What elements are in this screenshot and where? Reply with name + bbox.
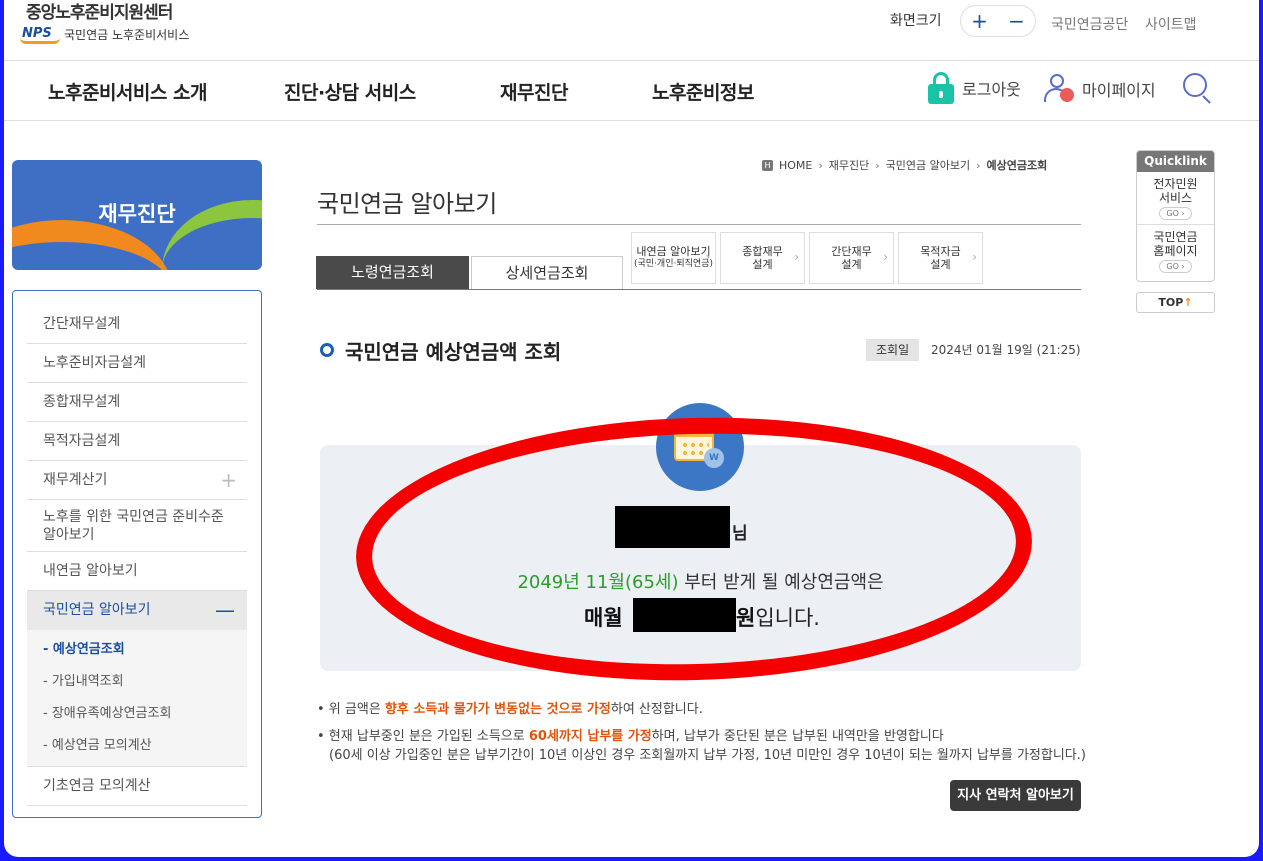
submenu-disability-survivor[interactable]: - 장애유족예상연금조회 [27,698,247,730]
tab-old-age-pension[interactable]: 노령연금조회 [316,256,469,289]
sidebar-item-calculator[interactable]: 재무계산기 + [27,461,247,500]
sidebar-item-comprehensive[interactable]: 종합재무설계 [27,383,247,422]
font-size-control: + − [960,5,1036,37]
quicklink-homepage[interactable]: 국민연금 홈페이지 GO › [1137,224,1214,276]
chevron-right-icon: › [972,250,977,264]
breadcrumb-item[interactable]: 국민연금 알아보기 [886,157,970,173]
home-icon: H [762,159,773,171]
font-size-plus-button[interactable]: + [971,11,988,31]
sitemap-link[interactable]: 사이트맵 [1145,14,1197,34]
sidebar-item-label: 국민연금 알아보기 [43,602,151,618]
nps-logo: NPS [20,26,60,44]
sidebar-item-simple-plan[interactable]: 간단재무설계 [27,305,247,344]
expand-plus-icon[interactable]: + [220,461,237,500]
submenu-subscription-history[interactable]: - 가입내역조회 [27,666,247,698]
tab-label: 종합재무 설계 [742,245,783,271]
gnb-consult[interactable]: 진단·상담 서비스 [284,78,416,105]
sidebar-item-basic-pension[interactable]: 기초연금 모의계산 [27,767,247,806]
header-divider [4,60,1259,61]
branch-contact-button[interactable]: 지사 연락처 알아보기 [950,780,1081,811]
chevron-right-icon: › [875,158,880,172]
nps-link[interactable]: 국민연금공단 [1051,14,1128,34]
tab-purpose-fund[interactable]: 목적자금 설계 › [898,232,983,284]
quicklink-title: Quicklink [1137,151,1214,172]
quicklink-label: 국민연금 홈페이지 [1153,230,1198,258]
browser-page: 중앙노후준비지원센터 NPS 국민연금 노후준비서비스 화면크기 + − 국민연… [4,0,1259,857]
note-2: • 현재 납부중인 분은 가입된 소득으로 60세까지 납부를 가정하며, 납부… [317,729,944,744]
logo-swoosh-icon [20,38,60,44]
go-button[interactable]: GO › [1159,260,1192,273]
sidebar-banner-title: 재무진단 [98,202,176,226]
breadcrumb: H HOME › 재무진단 › 국민연금 알아보기 › 예상연금조회 [762,157,1047,173]
logout-button[interactable]: 로그아웃 [928,72,1021,104]
chevron-right-icon: › [883,250,888,264]
sidebar-menu: 간단재무설계 노후준비자금설계 종합재무설계 목적자금설계 재무계산기 + 노후… [12,290,262,818]
sidebar-submenu: - 예상연금조회 - 가입내역조회 - 장애유족예상연금조회 - 예상연금 모의… [27,630,247,767]
gnb-financial[interactable]: 재무진단 [500,78,568,105]
bullet-ring-icon [320,343,334,357]
font-size-label: 화면크기 [890,13,942,29]
logout-label: 로그아웃 [962,80,1021,99]
tabs-divider [317,289,1081,290]
tab-simple-plan[interactable]: 간단재무 설계 › [809,232,894,284]
go-button[interactable]: GO › [1159,207,1192,220]
inquiry-date: 2024년 01월 19일 (21:25) [931,343,1081,357]
breadcrumb-home[interactable]: HOME [779,159,812,172]
arrow-up-icon: ↑ [1183,296,1193,309]
gnb-info[interactable]: 노후준비정보 [652,78,754,105]
sidebar-item-purpose-fund[interactable]: 목적자금설계 [27,422,247,461]
sidebar-item-national-pension[interactable]: 국민연금 알아보기 — [27,591,247,630]
tab-comprehensive-plan[interactable]: 종합재무 설계 › [720,232,805,284]
tab-note: (국민·개인·퇴직연금) [634,259,713,269]
chevron-right-icon: › [818,158,823,172]
mypage-button[interactable]: 마이페이지 [1044,74,1156,104]
font-size-minus-button[interactable]: − [1008,11,1025,31]
nav-divider [4,120,1259,121]
sidebar-item-pension-level[interactable]: 노후를 위한 국민연금 준비수준 알아보기 [27,500,247,552]
top-label: TOP [1158,296,1184,309]
logo-subtitle: 국민연금 노후준비서비스 [64,28,190,42]
title-divider [317,224,1081,225]
chevron-right-icon: › [976,158,981,172]
org-title: 중앙노후준비지원센터 [26,3,173,23]
tab-my-pension[interactable]: 내연금 알아보기 (국민·개인·퇴직연금) › [631,232,716,284]
tab-label: 내연금 알아보기 [636,245,711,258]
section-title: 국민연금 예상연금액 조회 [345,340,562,364]
sidebar-item-label: 재무계산기 [43,472,108,488]
submenu-mock-calculation[interactable]: - 예상연금 모의계산 [27,730,247,762]
search-icon[interactable] [1183,73,1213,104]
site-logo[interactable]: 중앙노후준비지원센터 NPS 국민연금 노후준비서비스 [12,0,232,56]
tab-label: 간단재무 설계 [831,245,872,271]
submenu-expected-pension[interactable]: - 예상연금조회 [27,634,247,666]
breadcrumb-current: 예상연금조회 [986,159,1048,172]
sidebar-item-retirement-fund[interactable]: 노후준비자금설계 [27,344,247,383]
quicklink-e-civil[interactable]: 전자민원 서비스 GO › [1137,172,1214,224]
inquiry-date-label: 조회일 [866,339,920,361]
tab-label: 목적자금 설계 [920,245,961,271]
breadcrumb-item[interactable]: 재무진단 [829,157,869,173]
page-title: 국민연금 알아보기 [317,190,497,218]
gnb-intro[interactable]: 노후준비서비스 소개 [48,78,207,105]
chevron-right-icon: › [705,250,710,264]
note-1: • 위 금액은 향후 소득과 물가가 변동없는 것으로 가정하여 산정합니다. [317,702,703,717]
quicklink-label: 전자민원 서비스 [1153,177,1198,205]
sidebar-banner: 재무진단 [12,160,262,270]
note-3: (60세 이상 가입중인 분은 납부기간이 10년 이상인 경우 조회월까지 납… [329,748,1086,763]
chevron-right-icon: › [794,250,799,264]
quicklink-panel: Quicklink 전자민원 서비스 GO › 국민연금 홈페이지 GO › [1136,150,1215,282]
collapse-minus-icon[interactable]: — [215,591,235,630]
unlock-icon [928,72,954,104]
tab-detailed-pension[interactable]: 상세연금조회 [471,256,623,289]
user-lock-icon [1044,74,1074,104]
back-to-top-button[interactable]: TOP↑ [1136,292,1215,313]
mypage-label: 마이페이지 [1082,81,1156,100]
sidebar-item-my-pension[interactable]: 내연금 알아보기 [27,552,247,591]
